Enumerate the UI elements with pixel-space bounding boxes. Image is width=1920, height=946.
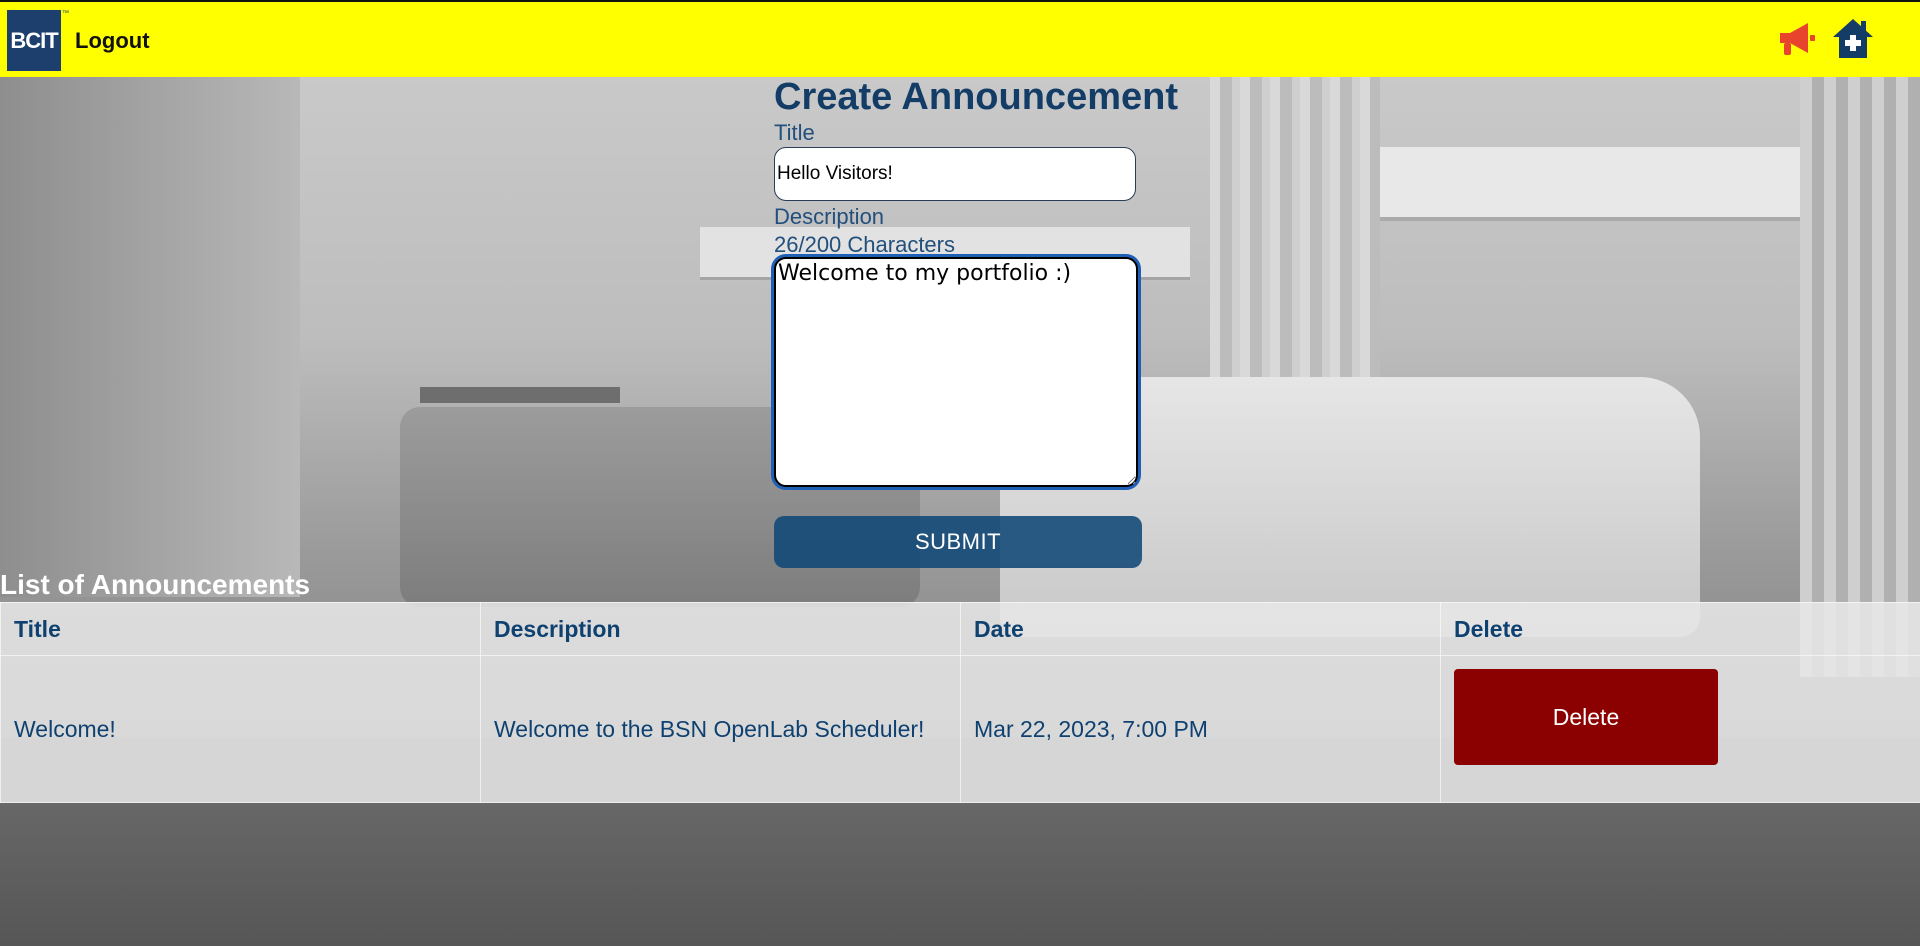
background-table bbox=[420, 387, 620, 403]
row-description: Welcome to the BSN OpenLab Scheduler! bbox=[480, 655, 961, 803]
bcit-logo[interactable]: BCIT bbox=[7, 10, 61, 71]
create-announcement-heading: Create Announcement bbox=[774, 76, 1178, 118]
table-row: Welcome! Welcome to the BSN OpenLab Sche… bbox=[0, 655, 1920, 803]
description-label: Description bbox=[774, 204, 885, 229]
logout-link[interactable]: Logout bbox=[75, 28, 150, 54]
delete-button[interactable]: Delete bbox=[1454, 669, 1718, 765]
top-header: BCIT ™ Logout bbox=[0, 0, 1920, 77]
column-header-title: Title bbox=[0, 602, 481, 656]
column-header-description: Description bbox=[480, 602, 961, 656]
home-plus-icon[interactable] bbox=[1830, 16, 1876, 62]
background-photo bbox=[0, 77, 1920, 946]
table-header-row: Title Description Date Delete bbox=[0, 602, 1920, 656]
background-curtain bbox=[1800, 77, 1920, 677]
announcements-table: Title Description Date Delete Welcome! W… bbox=[0, 602, 1920, 803]
submit-button[interactable]: SUBMIT bbox=[774, 516, 1142, 568]
background-wall bbox=[0, 77, 300, 597]
title-label: Title bbox=[774, 120, 815, 145]
logo-text: BCIT bbox=[10, 27, 58, 53]
logo-trademark: ™ bbox=[62, 10, 69, 17]
list-heading: List of Announcements bbox=[0, 569, 311, 600]
megaphone-icon[interactable] bbox=[1776, 19, 1818, 61]
title-input[interactable] bbox=[774, 147, 1136, 201]
character-count: 26/200 Characters bbox=[774, 232, 955, 257]
row-date: Mar 22, 2023, 7:00 PM bbox=[960, 655, 1441, 803]
background-headwall bbox=[1330, 147, 1800, 221]
column-header-delete: Delete bbox=[1440, 602, 1920, 656]
description-textarea[interactable]: Welcome to my portfolio :) bbox=[774, 257, 1138, 487]
row-title: Welcome! bbox=[0, 655, 481, 803]
column-header-date: Date bbox=[960, 602, 1441, 656]
row-delete-cell: Delete bbox=[1440, 655, 1920, 803]
